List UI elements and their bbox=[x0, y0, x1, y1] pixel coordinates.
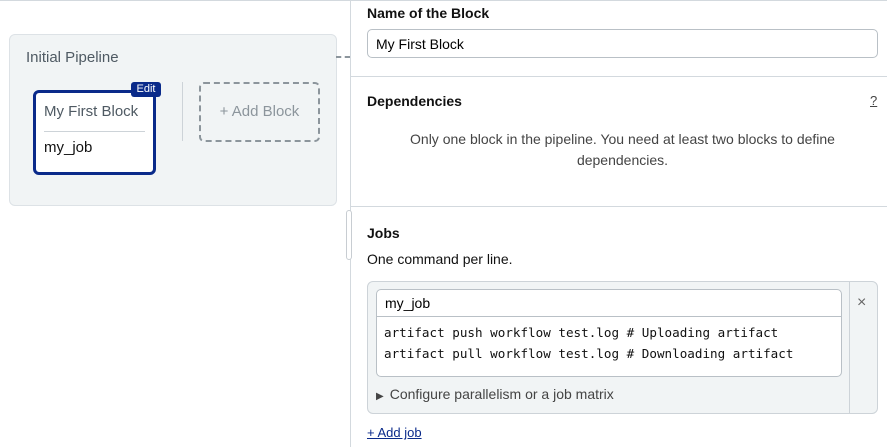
divider bbox=[44, 131, 145, 132]
top-border bbox=[0, 0, 887, 1]
divider bbox=[351, 76, 887, 77]
job-name-input[interactable] bbox=[376, 289, 842, 317]
configure-parallelism-toggle[interactable]: ▶ Configure parallelism or a job matrix bbox=[376, 386, 614, 402]
resize-handle[interactable] bbox=[346, 210, 352, 260]
edit-badge[interactable]: Edit bbox=[131, 82, 161, 97]
configure-label: Configure parallelism or a job matrix bbox=[389, 386, 614, 402]
add-block-button[interactable]: + Add Block bbox=[199, 82, 320, 142]
jobs-label: Jobs bbox=[367, 225, 400, 241]
help-link[interactable]: ? bbox=[870, 93, 877, 108]
triangle-right-icon: ▶ bbox=[376, 391, 384, 402]
block-name[interactable]: My First Block bbox=[44, 103, 138, 120]
dependencies-label: Dependencies bbox=[367, 93, 462, 109]
add-job-link[interactable]: + Add job bbox=[367, 425, 422, 440]
dependencies-message: Only one block in the pipeline. You need… bbox=[410, 131, 835, 168]
job-commands-textarea[interactable]: artifact push workflow test.log # Upload… bbox=[376, 316, 842, 377]
connector-line bbox=[336, 56, 350, 58]
block-name-input[interactable] bbox=[367, 29, 878, 58]
divider bbox=[849, 282, 850, 413]
jobs-hint: One command per line. bbox=[367, 251, 513, 267]
pipeline-title: Initial Pipeline bbox=[26, 49, 119, 66]
divider bbox=[351, 206, 887, 207]
block-job[interactable]: my_job bbox=[44, 139, 92, 156]
divider bbox=[182, 82, 183, 141]
block-name-label: Name of the Block bbox=[367, 5, 490, 21]
close-icon[interactable]: × bbox=[857, 294, 866, 312]
